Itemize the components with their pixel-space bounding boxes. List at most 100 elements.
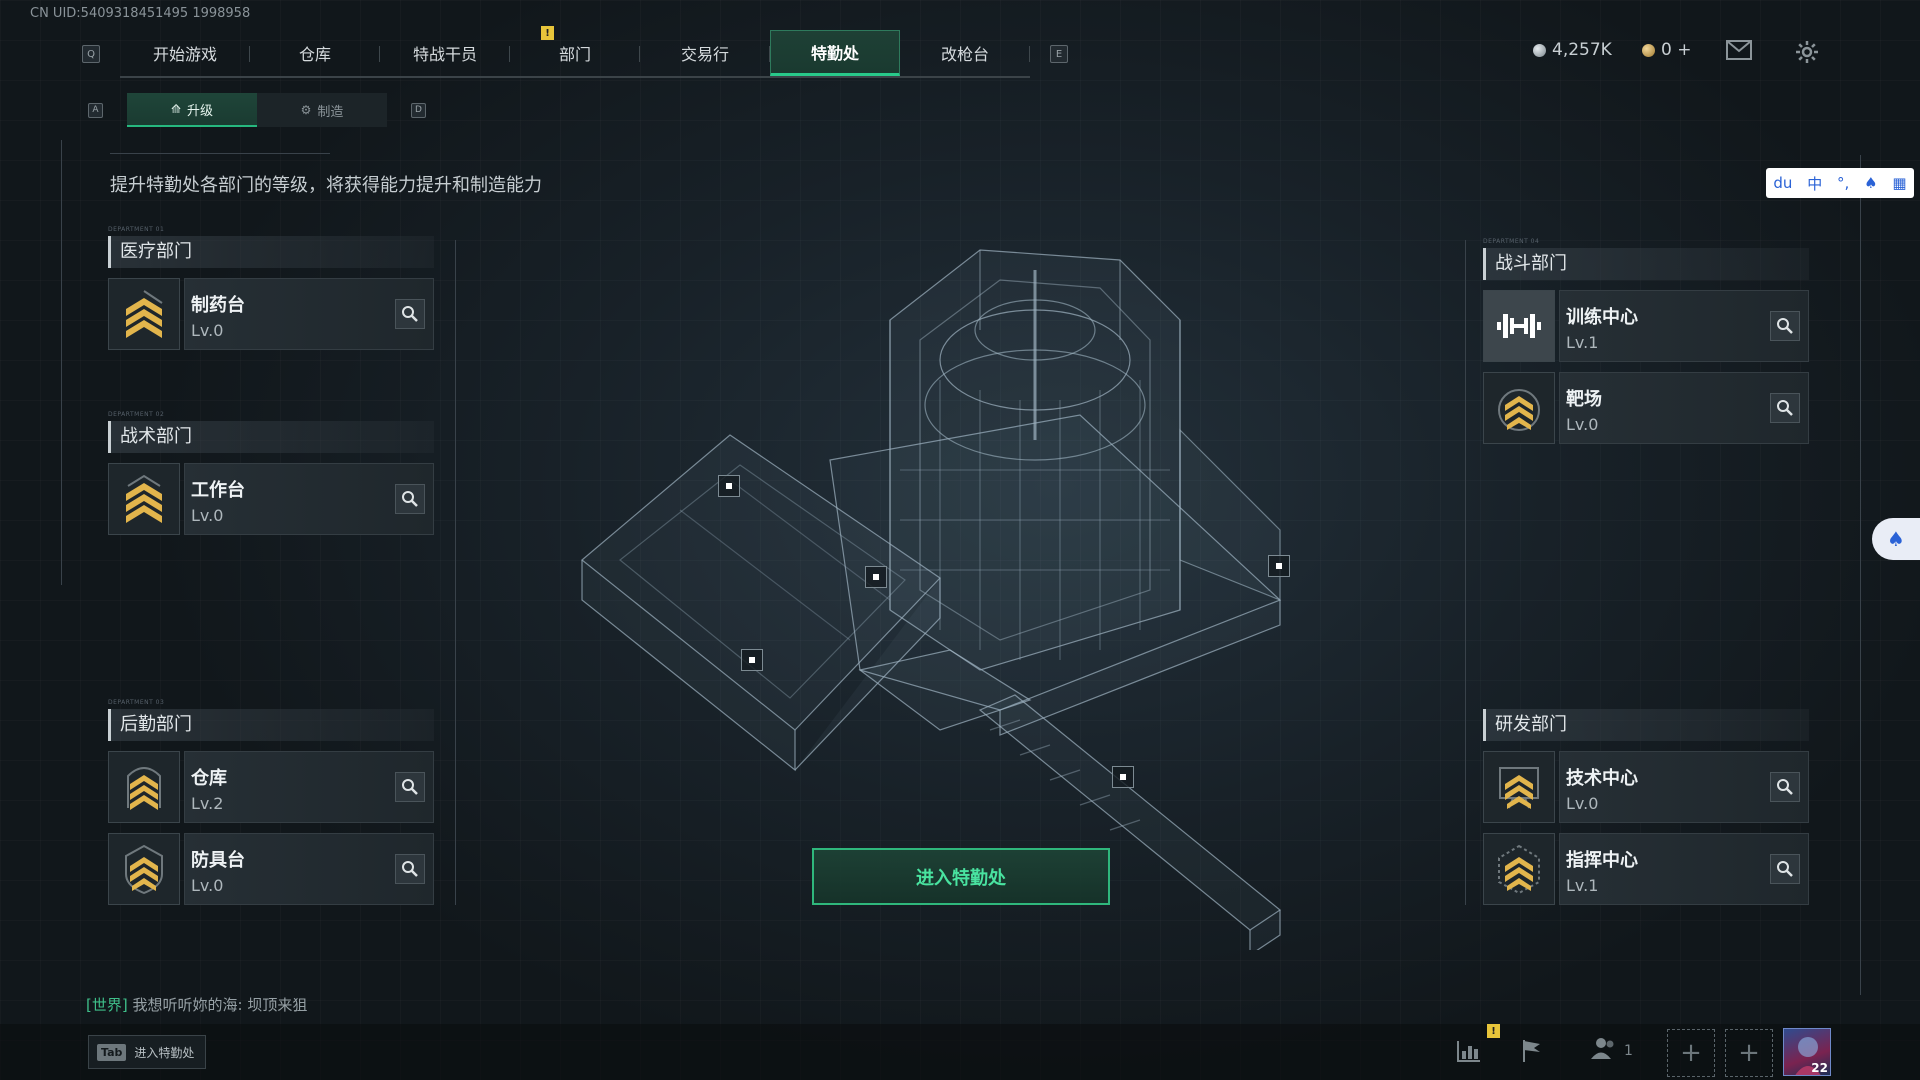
upgrade-chevron-icon	[108, 833, 180, 905]
ime-punctuation-icon[interactable]: °,	[1837, 174, 1849, 192]
gold-coin-icon	[1642, 43, 1655, 57]
tab-craft-label: 制造	[317, 104, 344, 120]
ime-logo-icon: du	[1773, 174, 1793, 192]
facility-tech-center[interactable]: 技术中心 Lv.0	[1483, 751, 1809, 823]
dept-research: 研发部门 技术中心 Lv.0 指挥中心 Lv.1	[1483, 699, 1809, 905]
facility-shooting-range[interactable]: 靶场 Lv.0	[1483, 372, 1809, 444]
facility-body: 指挥中心 Lv.1	[1559, 833, 1809, 905]
mail-icon[interactable]	[1726, 40, 1752, 62]
alert-badge: !	[541, 26, 554, 40]
search-icon[interactable]	[1770, 854, 1800, 884]
facility-body: 防具台 Lv.0	[184, 833, 434, 905]
search-icon[interactable]	[395, 854, 425, 884]
tab-hint[interactable]: Tab 进入特勤处	[88, 1035, 206, 1069]
nav-next-key[interactable]: E	[1050, 45, 1068, 63]
map-marker[interactable]	[865, 566, 887, 588]
upgrade-icon: ⟰	[170, 102, 182, 116]
map-marker[interactable]	[718, 475, 740, 497]
chat-line[interactable]: [世界] 我想听听妳的海: 坝顶来狙	[86, 994, 307, 1015]
dept-title: 后勤部门	[108, 709, 434, 741]
tab-craft[interactable]: ⚙ 制造	[257, 93, 387, 127]
tab-upgrade-label: 升级	[187, 103, 214, 119]
tab-start-game[interactable]: 开始游戏	[120, 30, 250, 76]
search-icon[interactable]	[1770, 772, 1800, 802]
stats-icon[interactable]	[1456, 1036, 1482, 1066]
base-wireframe-model[interactable]	[560, 230, 1320, 950]
ime-grid-icon[interactable]: ▦	[1892, 174, 1906, 192]
dept-title: 战斗部门	[1483, 248, 1809, 280]
facility-pharmacy[interactable]: 制药台 Lv.0	[108, 278, 434, 350]
facility-command-center[interactable]: 指挥中心 Lv.1	[1483, 833, 1809, 905]
dept-code: DEPARTMENT 02	[108, 411, 165, 418]
facility-body: 制药台 Lv.0	[184, 278, 434, 350]
upgrade-chevron-icon	[108, 278, 180, 350]
facility-body: 训练中心 Lv.1	[1559, 290, 1809, 362]
search-icon[interactable]	[395, 299, 425, 329]
tab-departments[interactable]: 部门	[510, 30, 640, 76]
gold-amount: 0 +	[1661, 40, 1692, 60]
tab-upgrade[interactable]: ⟰ 升级	[127, 93, 257, 127]
upgrade-chevron-icon	[1483, 372, 1555, 444]
chat-message: 我想听听妳的海: 坝顶来狙	[132, 996, 308, 1014]
upgrade-chevron-icon	[1483, 751, 1555, 823]
facility-workbench[interactable]: 工作台 Lv.0	[108, 463, 434, 535]
page-description: 提升特勤处各部门的等级，将获得能力提升和制造能力	[110, 175, 542, 196]
subnav-prev-key[interactable]: A	[88, 102, 103, 118]
right-rail	[1860, 155, 1861, 995]
dept-code: DEPARTMENT 03	[108, 699, 165, 706]
search-icon[interactable]	[1770, 393, 1800, 423]
enter-special-ops-button[interactable]: 进入特勤处	[812, 848, 1110, 905]
search-icon[interactable]	[395, 772, 425, 802]
upgrade-chevron-icon	[1483, 833, 1555, 905]
dept-code: DEPARTMENT 04	[1483, 238, 1540, 245]
nav-prev-key[interactable]: Q	[82, 45, 100, 63]
map-marker[interactable]	[741, 649, 763, 671]
assistant-float-icon[interactable]: ♠	[1872, 518, 1920, 560]
left-bracket	[455, 240, 456, 905]
dept-medical: DEPARTMENT 01 医疗部门 制药台 Lv.0	[108, 226, 434, 350]
map-marker[interactable]	[1112, 766, 1134, 788]
map-marker[interactable]	[1268, 555, 1290, 577]
search-icon[interactable]	[1770, 311, 1800, 341]
friends-count: 1	[1624, 1043, 1633, 1059]
player-avatar[interactable]: 22	[1783, 1028, 1831, 1076]
facility-training-center[interactable]: 训练中心 Lv.1	[1483, 290, 1809, 362]
craft-icon: ⚙	[300, 103, 312, 117]
search-icon[interactable]	[395, 484, 425, 514]
left-rail	[61, 140, 62, 585]
main-nav: Q 开始游戏 仓库 特战干员 部门 交易行 特勤处 改枪台 ! E	[82, 26, 1068, 78]
ime-toolbar[interactable]: du 中 °, ♠ ▦	[1766, 168, 1914, 198]
divider	[110, 153, 330, 154]
ime-mode[interactable]: 中	[1807, 173, 1822, 194]
silver-currency[interactable]: 4,257K	[1533, 40, 1612, 60]
ime-skin-icon[interactable]: ♠	[1864, 174, 1877, 192]
sub-nav: A ⟰ 升级 ⚙ 制造 D	[88, 93, 426, 127]
facility-armor-bench[interactable]: 防具台 Lv.0	[108, 833, 434, 905]
facility-body: 仓库 Lv.2	[184, 751, 434, 823]
facility-warehouse[interactable]: 仓库 Lv.2	[108, 751, 434, 823]
gold-currency[interactable]: 0 +	[1642, 40, 1691, 60]
player-uid: CN UID:5409318451495 1998958	[30, 6, 251, 21]
tab-gunsmith[interactable]: 改枪台	[900, 30, 1030, 76]
dept-title: 医疗部门	[108, 236, 434, 268]
settings-gear-icon[interactable]	[1794, 40, 1820, 63]
facility-body: 技术中心 Lv.0	[1559, 751, 1809, 823]
tab-warehouse[interactable]: 仓库	[250, 30, 380, 76]
facility-body: 靶场 Lv.0	[1559, 372, 1809, 444]
add-teammate-slot[interactable]: +	[1725, 1029, 1773, 1077]
tab-operators[interactable]: 特战干员	[380, 30, 510, 76]
tab-trading[interactable]: 交易行	[640, 30, 770, 76]
stats-alert-badge: !	[1487, 1024, 1500, 1038]
nav-tabs: 开始游戏 仓库 特战干员 部门 交易行 特勤处 改枪台 !	[120, 26, 1030, 78]
tab-special-ops[interactable]: 特勤处	[770, 30, 900, 76]
silver-amount: 4,257K	[1552, 40, 1612, 60]
flag-icon[interactable]	[1520, 1036, 1544, 1066]
upgrade-chevron-icon	[108, 463, 180, 535]
dept-title: 研发部门	[1483, 709, 1809, 741]
facility-body: 工作台 Lv.0	[184, 463, 434, 535]
tab-key: Tab	[97, 1043, 127, 1061]
friends-button[interactable]: 1	[1590, 1036, 1633, 1066]
add-teammate-slot[interactable]: +	[1667, 1029, 1715, 1077]
dept-code	[1483, 699, 1809, 709]
subnav-next-key[interactable]: D	[411, 102, 426, 118]
